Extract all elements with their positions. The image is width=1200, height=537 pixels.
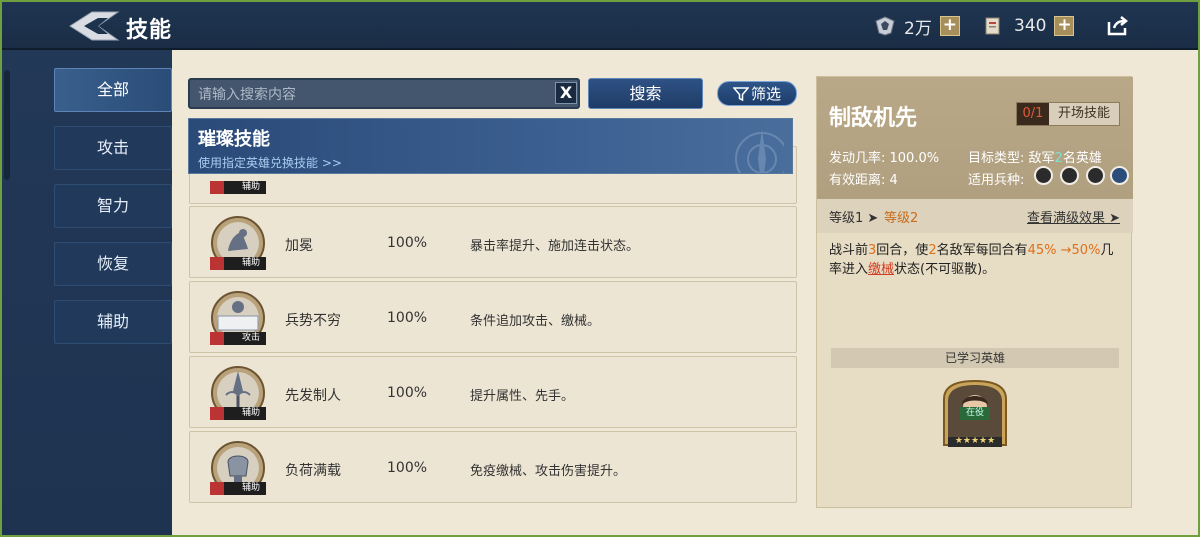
skill-row[interactable]: 辅助 负荷满载 100% 免疫缴械、攻击伤害提升。 <box>189 431 797 503</box>
view-max-level-link[interactable]: 查看满级效果 ➤ <box>1027 207 1120 226</box>
banner-title: 璀璨技能 <box>198 129 270 150</box>
nav-item-attack[interactable]: 攻击 <box>54 126 172 170</box>
skill-desc: 免疫缴械、攻击伤害提升。 <box>470 464 627 479</box>
back-arrow-icon[interactable] <box>68 10 120 42</box>
skill-name: 负荷满载 <box>285 463 341 479</box>
scroll-icon <box>985 17 1000 35</box>
skill-type-tag: 辅助 <box>210 257 266 270</box>
detail-header: 制敌机先 0/1 开场技能 发动几率: 100.0% 有效距离: 4 目标类型:… <box>817 77 1133 199</box>
skill-row[interactable]: 辅助 加冕 100% 暴击率提升、施加连击状态。 <box>189 206 797 278</box>
add-resource-1-button[interactable]: + <box>939 16 960 36</box>
skill-type-tag: 辅助 <box>210 482 266 495</box>
hero-status-tag: 在役 <box>960 407 990 420</box>
category-nav: 全部 攻击 智力 恢复 辅助 <box>2 50 172 535</box>
resource-1: 2万 + <box>874 14 960 39</box>
learned-heroes-title: 已学习英雄 <box>831 348 1119 368</box>
skill-row[interactable]: 辅助 先发制人 100% 提升属性、先手。 <box>189 356 797 428</box>
skill-rate: 100% <box>387 310 428 326</box>
skill-desc: 条件追加攻击、缴械。 <box>470 314 601 329</box>
status-link[interactable]: 缴械 <box>868 262 894 277</box>
effective-range: 有效距离: 4 <box>829 173 898 188</box>
skill-name: 兵势不穷 <box>285 313 341 329</box>
search-button[interactable]: 搜索 <box>588 78 703 109</box>
skill-desc: 提升属性、先手。 <box>470 389 575 404</box>
emblem-icon <box>875 16 895 36</box>
skill-desc: 暴击率提升、施加连击状态。 <box>470 239 640 254</box>
target-type: 目标类型: 敌军2名英雄 <box>968 151 1102 166</box>
skill-detail-panel: 制敌机先 0/1 开场技能 发动几率: 100.0% 有效距离: 4 目标类型:… <box>816 76 1133 508</box>
nav-item-support[interactable]: 辅助 <box>54 300 172 344</box>
cavalry-unit-icon <box>1086 166 1105 185</box>
skill-type-tag: 辅助 <box>210 181 266 194</box>
skill-effect-text: 战斗前3回合，使2名敌军每回合有45% →50%几率进入缴械状态(不可驱散)。 <box>829 243 1114 277</box>
nav-item-recovery[interactable]: 恢复 <box>54 242 172 286</box>
filter-button[interactable]: 筛选 <box>717 81 797 106</box>
skill-row[interactable]: 攻击 兵势不穷 100% 条件追加攻击、缴械。 <box>189 281 797 353</box>
top-bar: 技能 2万 + 340 + <box>2 2 1198 50</box>
game-screen: 技能 2万 + 340 + 全部 攻击 智力 恢复 辅助 请输入搜索内容 X 搜… <box>2 2 1198 535</box>
resource-2: 340 + <box>984 14 1075 38</box>
skill-kind: 开场技能 <box>1057 106 1110 121</box>
help-icon[interactable] <box>1110 166 1129 185</box>
troop-types-label: 适用兵种: <box>968 173 1025 188</box>
exchange-skill-link[interactable]: 使用指定英雄兑换技能 >> <box>198 154 342 171</box>
trigger-rate: 发动几率: 100.0% <box>829 151 940 166</box>
archer-unit-icon <box>1060 166 1079 185</box>
add-resource-2-button[interactable]: + <box>1054 16 1075 36</box>
hero-avatar-card[interactable]: 在役 ★★★★★ <box>942 379 1008 451</box>
skill-name: 先发制人 <box>285 388 341 404</box>
skill-type-tag: 辅助 <box>210 407 266 420</box>
skill-rate: 100% <box>387 235 428 251</box>
skill-rate: 100% <box>387 460 428 476</box>
resource-2-value: 340 <box>1014 16 1047 36</box>
level-current: 等级1 ➤ <box>829 211 879 226</box>
skill-count-tag: 0/1 开场技能 <box>1016 102 1120 126</box>
page-title: 技能 <box>126 18 173 43</box>
resource-1-value: 2万 <box>904 18 932 39</box>
sword-unit-icon <box>1034 166 1053 185</box>
brilliant-skills-banner: 璀璨技能 使用指定英雄兑换技能 >> <box>188 118 793 174</box>
skill-count: 0/1 <box>1017 103 1049 125</box>
clear-search-button[interactable]: X <box>555 82 577 104</box>
skill-type-tag: 攻击 <box>210 332 266 345</box>
filter-icon <box>732 86 749 101</box>
compass-decoration-icon <box>735 129 784 173</box>
search-input[interactable] <box>188 78 580 109</box>
skill-list[interactable]: 璀璨技能 使用指定英雄兑换技能 >> 辅助 辅助 加冕 100% 暴击率提升、施… <box>188 118 798 510</box>
level-bar: 等级1 ➤ 等级2 查看满级效果 ➤ <box>817 199 1133 233</box>
hero-stars: ★★★★★ <box>954 436 996 446</box>
skill-name: 加冕 <box>285 238 313 254</box>
skill-rate: 100% <box>387 385 428 401</box>
skill-detail-name: 制敌机先 <box>829 106 918 131</box>
filter-label: 筛选 <box>750 85 781 103</box>
nav-item-intellect[interactable]: 智力 <box>54 184 172 228</box>
level-next: 等级2 <box>884 211 919 226</box>
nav-item-all[interactable]: 全部 <box>54 68 172 112</box>
share-icon[interactable] <box>1106 15 1128 37</box>
nav-edge-handle <box>4 70 10 180</box>
